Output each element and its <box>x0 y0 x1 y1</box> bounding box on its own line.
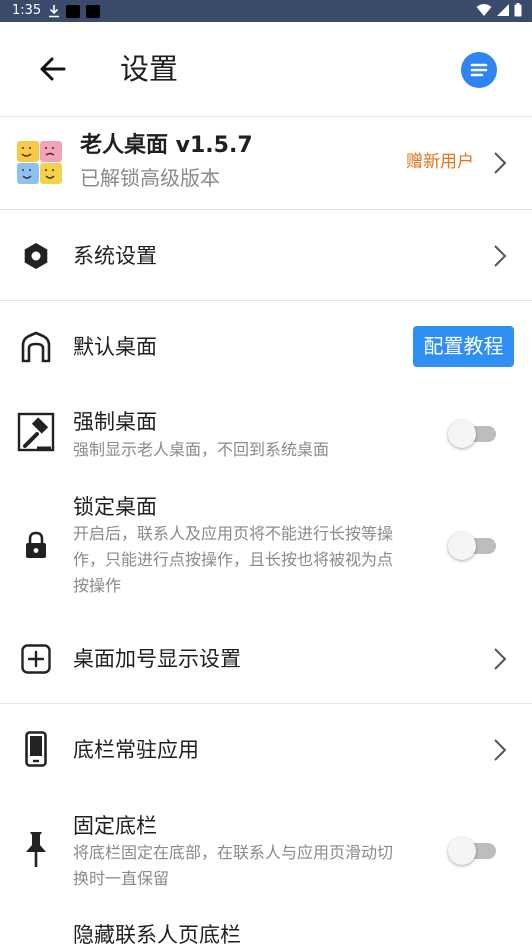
menu-button[interactable] <box>461 52 497 88</box>
chevron-right-icon <box>494 648 507 670</box>
dock-apps-row[interactable]: 底栏常驻应用 <box>0 704 532 796</box>
license-status: 已解锁高级版本 <box>80 166 220 190</box>
home-icon <box>21 331 51 363</box>
dock-apps-label: 底栏常驻应用 <box>73 738 199 762</box>
fixed-dock-description: 将底栏固定在底部，在联系人与应用页滑动切 换时一直保留 <box>73 843 394 888</box>
force-desktop-label: 强制桌面 <box>73 410 157 434</box>
app-bar: 设置 <box>0 22 532 117</box>
back-arrow-icon[interactable] <box>36 52 70 86</box>
notification-icon <box>66 4 80 18</box>
lock-desktop-toggle[interactable] <box>448 530 500 560</box>
hide-contacts-dock-row[interactable]: 隐藏联系人页底栏 <box>0 908 532 945</box>
notification-icons <box>48 4 100 18</box>
chevron-right-icon <box>494 245 507 267</box>
status-bar: 1:35 <box>0 0 532 22</box>
phone-device-icon <box>25 731 47 767</box>
page-title: 设置 <box>120 52 179 86</box>
gavel-icon <box>17 412 55 452</box>
lock-desktop-description: 开启后，联系人及应用页将不能进行长按等操 作，只能进行点按操作，且长按也将被视为… <box>73 524 394 595</box>
plus-settings-row[interactable]: 桌面加号显示设置 <box>0 613 532 703</box>
plus-settings-label: 桌面加号显示设置 <box>73 647 241 671</box>
force-desktop-description: 强制显示老人桌面，不回到系统桌面 <box>73 440 330 459</box>
system-icons <box>476 3 522 17</box>
default-desktop-label: 默认桌面 <box>73 335 157 359</box>
lock-icon <box>26 531 46 558</box>
system-settings-label: 系统设置 <box>73 244 157 268</box>
fixed-dock-row[interactable]: 固定底栏 将底栏固定在底部，在联系人与应用页滑动切 换时一直保留 <box>0 796 532 908</box>
fixed-dock-toggle[interactable] <box>448 835 500 865</box>
force-desktop-row[interactable]: 强制桌面 强制显示老人桌面，不回到系统桌面 <box>0 391 532 475</box>
chevron-right-icon <box>494 152 507 174</box>
menu-lines-icon <box>470 63 488 77</box>
profile-row[interactable]: 老人桌面 v1.5.7 已解锁高级版本 赠新用户 <box>0 117 532 209</box>
add-box-icon <box>21 644 51 674</box>
system-settings-row[interactable]: 系统设置 <box>0 210 532 300</box>
chevron-right-icon <box>494 739 507 761</box>
settings-gear-icon <box>24 243 48 269</box>
status-time: 1:35 <box>12 3 42 18</box>
pin-icon <box>26 832 46 867</box>
force-desktop-toggle[interactable] <box>448 418 500 448</box>
lock-desktop-row[interactable]: 锁定桌面 开启后，联系人及应用页将不能进行长按等操 作，只能进行点按操作，且长按… <box>0 475 532 613</box>
invite-user-link[interactable]: 赠新用户 <box>406 148 474 176</box>
app-logo-icon <box>17 141 62 184</box>
signal-icon <box>497 4 509 16</box>
notification-icon <box>86 4 100 18</box>
fixed-dock-label: 固定底栏 <box>73 814 157 838</box>
wifi-icon <box>476 4 492 16</box>
download-icon <box>49 5 59 18</box>
battery-icon <box>514 3 522 17</box>
app-name: 老人桌面 v1.5.7 <box>80 133 253 158</box>
lock-desktop-label: 锁定桌面 <box>73 495 157 519</box>
setup-tutorial-button[interactable]: 配置教程 <box>413 326 514 367</box>
hide-contacts-dock-label: 隐藏联系人页底栏 <box>73 923 241 945</box>
